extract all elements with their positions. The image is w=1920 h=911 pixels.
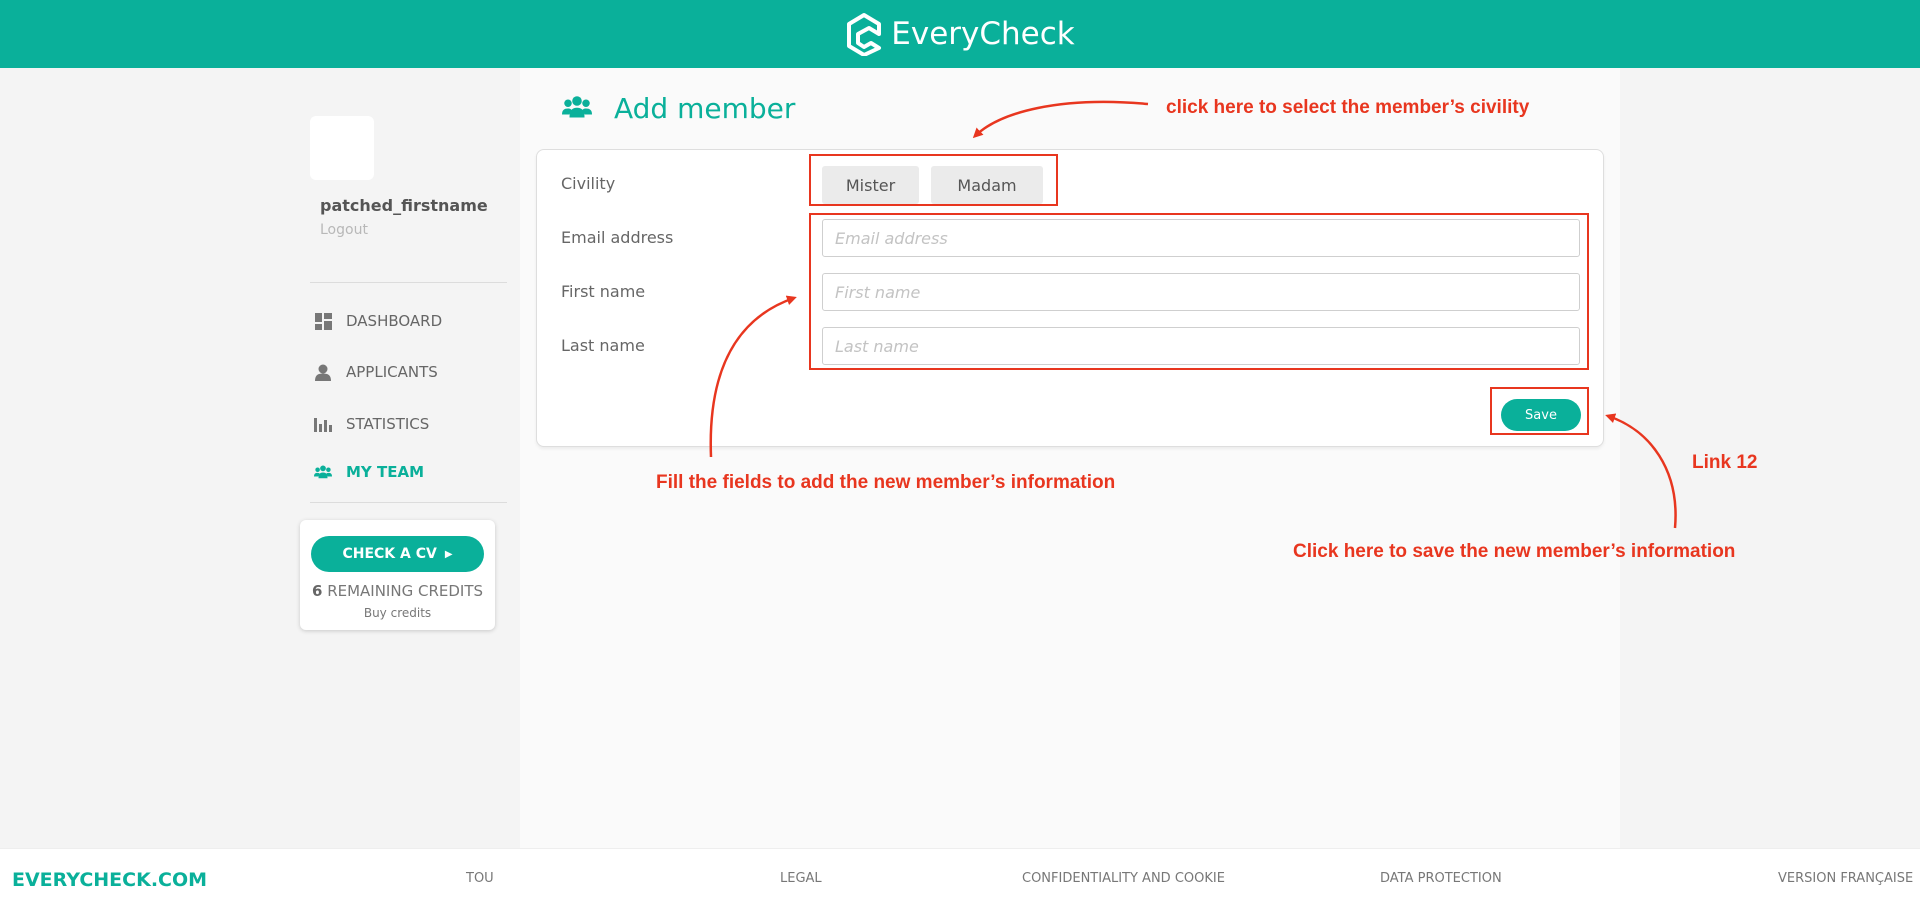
fields-highlight-box [809,213,1589,370]
sidebar-item-statistics[interactable]: STATISTICS [314,412,429,436]
top-header: EveryCheck [0,0,1920,68]
link-label: Link 12 [1692,452,1758,473]
page-title: Add member [614,92,796,125]
civility-label: Civility [561,174,616,193]
footer-link-version-francaise[interactable]: VERSION FRANÇAISE [1778,871,1913,886]
username: patched_firstname [320,196,488,215]
sidebar: patched_firstname Logout DASHBOARD APPLI… [300,68,520,848]
remaining-credits: 6 REMAINING CREDITS [300,582,495,600]
last-name-label: Last name [561,336,645,355]
main-content: Add member Civility Mister Madam Email a… [520,68,1620,848]
logout-link[interactable]: Logout [320,222,368,238]
sidebar-item-label: STATISTICS [346,415,430,433]
civility-hint: click here to select the member’s civili… [1166,97,1530,118]
footer: EVERYCHECK.COM TOU LEGAL CONFIDENTIALITY… [0,848,1920,911]
first-name-label: First name [561,282,646,301]
brand-name: EveryCheck [891,16,1075,52]
fields-hint: Fill the fields to add the new member’s … [656,472,1116,493]
civility-highlight-box [809,154,1058,206]
sidebar-item-label: DASHBOARD [346,312,443,330]
sidebar-item-my-team[interactable]: MY TEAM [314,460,424,484]
footer-link-tou[interactable]: TOU [466,871,494,886]
team-icon [562,94,592,124]
footer-link-data-protection[interactable]: DATA PROTECTION [1380,871,1502,886]
user-icon [314,363,332,381]
sidebar-item-label: MY TEAM [346,463,425,481]
credits-label: REMAINING CREDITS [327,582,484,600]
save-hint: Click here to save the new member’s info… [1293,541,1736,562]
avatar[interactable] [310,116,374,180]
bar-chart-icon [314,415,332,433]
page-header: Add member [562,92,795,125]
brand-logo[interactable]: EveryCheck [845,12,1075,56]
email-label: Email address [561,228,674,247]
footer-link-legal[interactable]: LEGAL [780,871,822,886]
team-icon [314,463,332,481]
sidebar-item-applicants[interactable]: APPLICANTS [314,360,438,384]
check-cv-card: CHECK A CV ▶ 6 REMAINING CREDITS Buy cre… [300,520,495,630]
footer-link-confidentiality[interactable]: CONFIDENTIALITY AND COOKIE [1022,871,1225,886]
sidebar-item-label: APPLICANTS [346,363,438,381]
sidebar-divider [310,282,507,283]
check-cv-button-label: CHECK A CV [342,546,437,562]
check-cv-button[interactable]: CHECK A CV ▶ [311,536,484,572]
credits-count: 6 [311,582,323,600]
caret-right-icon: ▶ [444,548,453,560]
dashboard-icon [314,312,332,330]
save-highlight-box [1490,387,1589,435]
everycheck-logo-icon [847,13,882,56]
buy-credits-link[interactable]: Buy credits [300,606,495,620]
sidebar-item-dashboard[interactable]: DASHBOARD [314,309,442,333]
sidebar-divider [310,502,507,503]
footer-brand[interactable]: EVERYCHECK.COM [12,869,207,891]
